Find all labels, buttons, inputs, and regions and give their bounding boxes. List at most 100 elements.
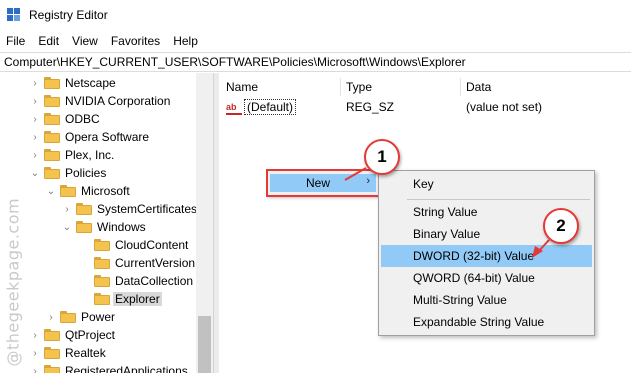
tree-item-nvidia[interactable]: › NVIDIA Corporation [30,92,172,110]
tree-item-microsoft[interactable]: ⌄ Microsoft [46,182,132,200]
tree-item-windows[interactable]: ⌄ Windows [62,218,148,236]
tree-item-label: CloudContent [115,238,189,252]
menu-help[interactable]: Help [167,34,205,48]
tree-item-label: Explorer [113,292,162,306]
folder-icon [44,347,60,359]
submenu-item-dword-value[interactable]: DWORD (32-bit) Value [381,245,592,267]
tree-item-odbc[interactable]: › ODBC [30,110,102,128]
chevron-right-icon[interactable]: › [30,74,40,92]
folder-icon [44,131,60,143]
chevron-right-icon[interactable]: › [30,92,40,110]
submenu-item-key[interactable]: Key [381,173,592,195]
folder-icon [94,275,110,287]
registry-tree: › Netscape › NVIDIA Corporation › ODBC ›… [0,73,213,373]
value-data: (value not set) [466,100,543,114]
folder-icon [44,329,60,341]
tree-item-policies[interactable]: ⌄ Policies [30,164,108,182]
menu-favorites[interactable]: Favorites [105,34,167,48]
window-title: Registry Editor [29,8,108,22]
tree-item-label: DataCollection [115,274,194,288]
tree-scrollbar-thumb[interactable] [198,316,211,373]
values-list-header: Name Type Data [220,78,631,96]
tree-item-label: Realtek [65,346,106,360]
tree-item-label: SystemCertificates [97,202,198,216]
tree-item-datacollection[interactable]: DataCollection [80,272,195,290]
column-header-data[interactable]: Data [460,78,631,96]
menu-view[interactable]: View [66,34,105,48]
folder-icon [60,311,76,323]
folder-icon [44,365,60,373]
menu-bar: File Edit View Favorites Help [0,31,631,51]
tree-item-label: Opera Software [65,130,150,144]
folder-icon [94,293,110,305]
chevron-right-icon[interactable] [80,254,90,272]
chevron-right-icon[interactable]: › [30,128,40,146]
new-submenu: Key String Value Binary Value DWORD (32-… [378,170,595,336]
tree-item-label: Power [81,310,116,324]
tree-item-cloudcontent[interactable]: CloudContent [80,236,190,254]
submenu-arrow-icon: › [366,175,370,187]
tree-item-netscape[interactable]: › Netscape [30,74,118,92]
menu-item-new[interactable]: New › [270,174,376,192]
chevron-right-icon[interactable]: › [46,308,56,326]
chevron-down-icon[interactable]: ⌄ [46,182,56,200]
chevron-right-icon[interactable]: › [30,362,40,373]
menu-edit[interactable]: Edit [32,34,66,48]
tree-item-plex[interactable]: › Plex, Inc. [30,146,116,164]
pane-splitter[interactable] [213,73,219,373]
value-row[interactable]: ab (Default) REG_SZ (value not set) [220,98,631,116]
tree-item-label: CurrentVersion [115,256,196,270]
tree-item-label: ODBC [65,112,100,126]
submenu-item-multi-string-value[interactable]: Multi-String Value [381,289,592,311]
chevron-down-icon[interactable]: ⌄ [62,218,72,236]
folder-open-icon [44,167,60,179]
chevron-right-icon[interactable] [80,272,90,290]
tree-item-label: Netscape [65,76,116,90]
submenu-item-expandable-string-value[interactable]: Expandable String Value [381,311,592,333]
menu-item-new-label: New [306,176,331,190]
watermark-text: @thegeekpage.com [3,197,23,367]
tree-item-systemcertificates[interactable]: › SystemCertificates [62,200,199,218]
submenu-separator [407,199,590,200]
chevron-right-icon[interactable]: › [62,200,72,218]
step-1-badge: 1 [364,139,400,175]
tree-item-power[interactable]: › Power [46,308,117,326]
folder-open-icon [60,185,76,197]
address-bar[interactable]: Computer\HKEY_CURRENT_USER\SOFTWARE\Poli… [0,52,631,72]
tree-item-currentversion[interactable]: CurrentVersion [80,254,197,272]
folder-icon [94,239,110,251]
chevron-right-icon[interactable]: › [30,344,40,362]
chevron-right-icon[interactable]: › [30,326,40,344]
chevron-down-icon[interactable]: ⌄ [30,164,40,182]
column-header-name[interactable]: Name [220,78,340,96]
tree-item-label: QtProject [65,328,116,342]
tree-item-qtproject[interactable]: › QtProject [30,326,117,344]
folder-open-icon [76,221,92,233]
folder-icon [44,77,60,89]
folder-icon [76,203,92,215]
context-menu: New › [266,170,380,196]
chevron-right-icon[interactable] [80,236,90,254]
chevron-right-icon[interactable]: › [30,110,40,128]
column-header-type[interactable]: Type [340,78,460,96]
step-2-badge: 2 [543,208,579,244]
chevron-right-icon[interactable]: › [30,146,40,164]
title-bar: Registry Editor [0,0,631,30]
chevron-right-icon[interactable] [80,290,90,308]
tree-scrollbar[interactable] [196,73,213,373]
tree-item-registeredapplications[interactable]: › RegisteredApplications [30,362,190,373]
registry-editor-icon [6,7,22,23]
folder-icon [44,95,60,107]
tree-item-label: RegisteredApplications [65,364,188,373]
string-value-icon: ab [226,101,242,115]
submenu-item-qword-value[interactable]: QWORD (64-bit) Value [381,267,592,289]
tree-item-explorer[interactable]: Explorer [80,290,162,308]
value-type: REG_SZ [346,100,395,114]
tree-item-label: Policies [65,166,107,180]
tree-item-realtek[interactable]: › Realtek [30,344,108,362]
tree-item-opera[interactable]: › Opera Software [30,128,151,146]
address-path: Computer\HKEY_CURRENT_USER\SOFTWARE\Poli… [4,55,466,69]
folder-icon [44,149,60,161]
tree-item-label: Microsoft [81,184,130,198]
menu-file[interactable]: File [0,34,32,48]
